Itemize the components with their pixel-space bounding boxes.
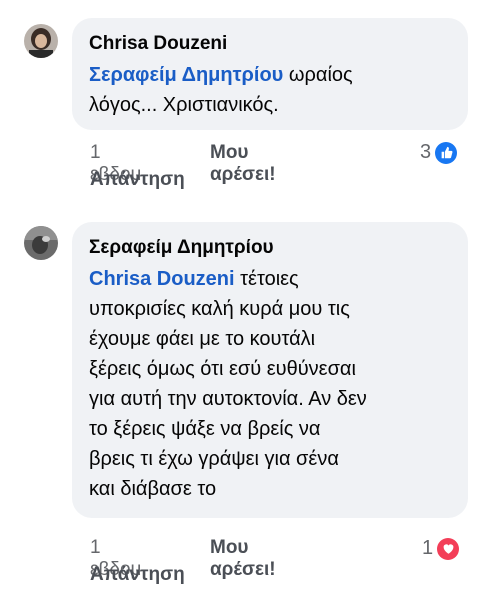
love-icon: [437, 537, 460, 560]
avatar[interactable]: [24, 226, 58, 260]
reaction-count: 3: [420, 141, 432, 163]
comment-bubble: Σεραφείμ Δημητρίου Chrisa Douzeni τέτοιε…: [72, 222, 468, 518]
mention-link[interactable]: Σεραφείμ Δημητρίου: [89, 64, 283, 86]
like-icon: [435, 141, 458, 164]
comment-text: Σεραφείμ Δημητρίου ωραίος λόγος... Χριστ…: [89, 60, 454, 120]
reaction-count: 1: [422, 537, 434, 559]
comment-text: Chrisa Douzeni τέτοιες υποκρισίες καλή κ…: [89, 264, 454, 504]
like-button[interactable]: Μου αρέσει!: [210, 537, 276, 581]
reaction-summary[interactable]: 1: [422, 537, 460, 560]
comment-author[interactable]: Σεραφείμ Δημητρίου: [89, 236, 454, 260]
like-button[interactable]: Μου αρέσει!: [210, 142, 276, 186]
comment-bubble: Chrisa Douzeni Σεραφείμ Δημητρίου ωραίος…: [72, 18, 468, 130]
reply-button[interactable]: Απάντηση: [90, 169, 185, 191]
comment-author[interactable]: Chrisa Douzeni: [89, 32, 454, 56]
comment-body: τέτοιες υποκρισίες καλή κυρά μου τις έχο…: [89, 268, 367, 500]
reply-button[interactable]: Απάντηση: [90, 564, 185, 586]
mention-link[interactable]: Chrisa Douzeni: [89, 268, 235, 290]
reaction-summary[interactable]: 3: [420, 141, 458, 164]
avatar[interactable]: [24, 24, 58, 58]
